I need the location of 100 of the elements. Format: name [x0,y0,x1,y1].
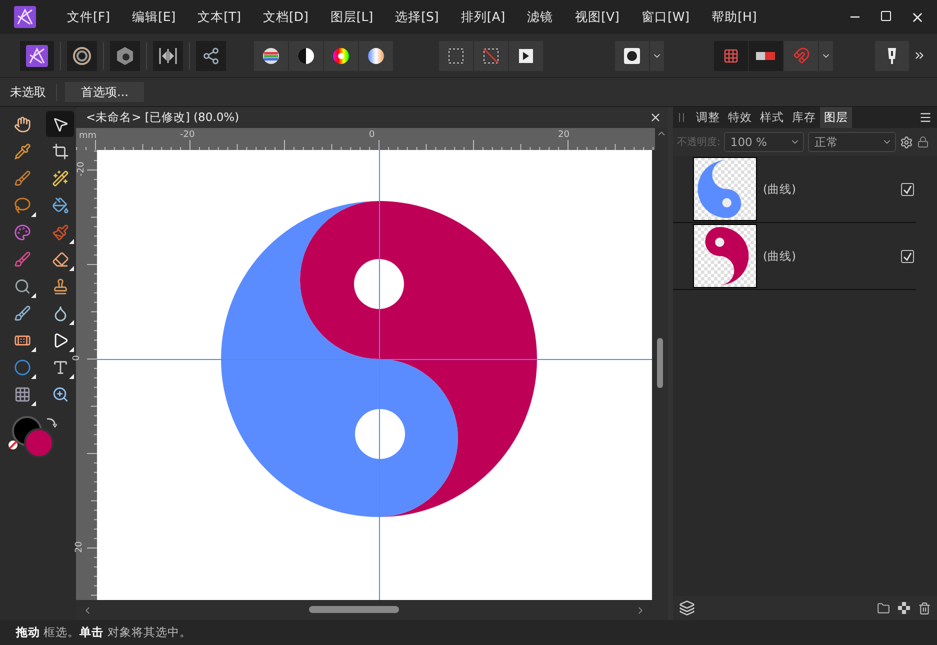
menu-item[interactable]: 选择[S] [384,8,450,26]
document-tab[interactable]: <未命名> [已修改] (80.0%) [86,110,240,125]
trash-icon[interactable] [918,602,931,614]
persona-button[interactable] [20,40,54,70]
grid-icon [723,48,739,64]
layer-name: (曲线) [763,182,797,196]
panel-tab[interactable]: 特效 [724,107,756,128]
share-icon [202,46,220,64]
layer-thumbnail [693,157,757,221]
menu-item[interactable]: 窗口[W] [630,8,701,26]
pointer-icon [52,116,68,132]
brush-icon [14,250,30,268]
app-logo-icon [26,44,48,66]
pipette-icon [14,142,30,160]
layer-row[interactable]: (曲线) [673,223,916,290]
ruler-label: 0 [72,355,82,361]
tool-button[interactable] [46,111,74,137]
ruler-label: 20 [558,130,570,140]
horizontal-scrollbar[interactable] [76,600,668,620]
settings-icon[interactable] [900,136,914,148]
stamp-icon [52,278,68,294]
persona-button[interactable] [153,40,183,70]
marquee-icon [447,46,465,64]
circle-icon [624,48,640,64]
opacity-dropdown[interactable]: 100 % [724,132,804,152]
magnifier-icon [14,278,30,294]
toolbar-button[interactable] [324,40,358,70]
chevrons-icon [912,49,926,62]
lasso-icon [14,196,30,214]
preferences-button[interactable]: 首选项... [65,82,144,102]
lock-icon[interactable] [917,136,930,148]
toolbar-button[interactable] [474,40,508,70]
menu-item[interactable]: 滤镜 [516,8,564,26]
visibility-checkbox[interactable] [901,182,914,196]
hand-icon [14,116,30,132]
panel-tab[interactable]: 图层 [820,107,852,128]
menu-item[interactable]: 帮助[H] [700,8,768,26]
checkerboard-icon[interactable] [898,602,910,614]
layers-icon[interactable] [679,600,695,616]
menu-item[interactable]: 编辑[E] [120,8,187,26]
menu-item[interactable]: 文件[F] [56,8,121,26]
swap-icon [45,416,57,428]
opacity-value: 100 % [730,135,767,149]
persona-button[interactable] [67,40,97,70]
blend-mode-dropdown[interactable]: 正常 [808,132,896,152]
layer-row[interactable]: (曲线) [673,156,916,223]
color-wheel-icon [332,46,350,64]
toolbar-button[interactable] [875,40,909,70]
maximize-icon[interactable] [880,10,892,22]
menu-item[interactable]: 图层[L] [319,8,384,26]
panel-tab[interactable]: 调整 [692,107,724,128]
paint-bucket-icon [52,196,68,214]
folder-icon[interactable] [877,602,890,614]
clip-icon [886,46,898,64]
menu-icon[interactable] [919,111,932,124]
menu-item[interactable]: 文本[T] [186,8,252,26]
brush-icon [14,170,30,186]
ruler-label: 20 [74,541,85,553]
panel-tab[interactable]: 库存 [788,107,820,128]
close-icon[interactable] [649,111,662,124]
eraser-icon [52,250,68,268]
grid-icon [14,386,30,402]
ruler-label: 0 [369,130,375,140]
ring-icon [72,46,92,66]
toolbar-button[interactable] [439,40,473,70]
zoom-icon [52,386,68,402]
ruler-label: -20 [180,130,195,140]
ruler-unit: mm [79,131,97,141]
magnet-icon [792,47,810,64]
menu-item[interactable]: 视图[V] [564,8,630,26]
visibility-checkbox[interactable] [901,250,914,262]
snap-button[interactable] [749,40,783,70]
spacing-icon [158,46,178,64]
color-balance-icon [262,46,280,64]
brush-icon [14,304,30,322]
toolbar-button[interactable] [359,40,393,70]
deselect-icon [482,46,500,64]
layer-thumbnail [693,224,757,288]
panel-tab[interactable]: 样式 [756,107,788,128]
menu-item[interactable]: 排列[A] [450,8,516,26]
toolbar-button[interactable] [254,40,288,70]
type-icon [52,358,68,376]
no-fill-icon [8,440,18,450]
hexagon-icon [115,46,135,66]
mask-button[interactable] [615,40,649,70]
toolbar-button[interactable] [509,40,543,70]
blend-mode-value: 正常 [814,134,838,150]
magic-wand-icon [52,170,68,186]
circle-icon [14,358,30,376]
layer-name: (曲线) [763,248,797,264]
menu-item[interactable]: 文档[D] [252,8,320,26]
crop-icon [52,142,68,160]
selection-status: 未选取 [10,84,57,100]
palette-icon [14,224,30,240]
toolbar-button[interactable] [289,40,323,70]
secondary-color-swatch[interactable] [24,428,54,458]
status-text: 拖动 框选。单击 对象将其选中。 [16,625,192,640]
snap-button[interactable] [714,40,748,70]
contrast-icon [297,46,315,64]
share-button[interactable] [196,40,226,70]
